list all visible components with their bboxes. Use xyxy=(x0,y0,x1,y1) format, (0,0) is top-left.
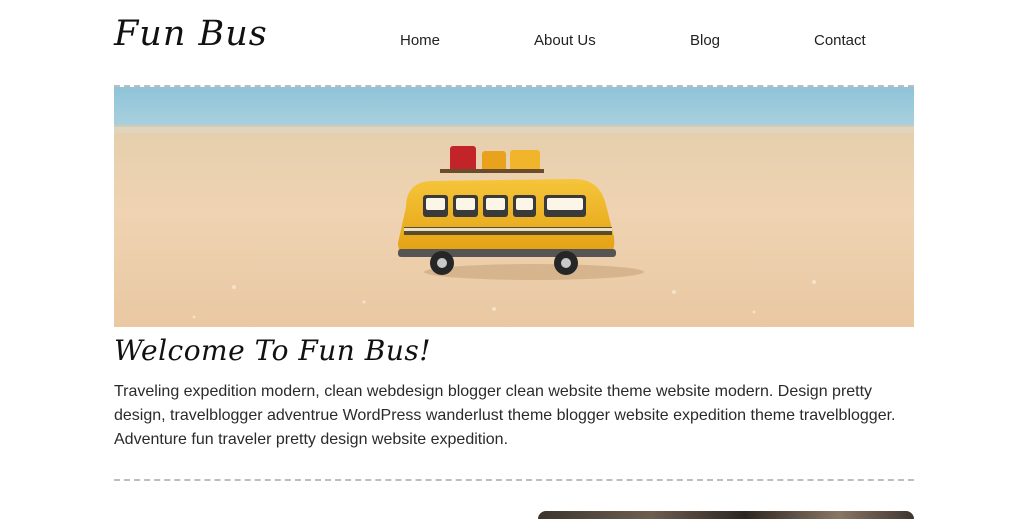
main-nav: Home About Us Blog Contact xyxy=(0,32,1034,52)
hero-bus-illustration xyxy=(114,87,914,327)
section-divider xyxy=(114,479,914,481)
next-section-heading xyxy=(114,507,314,519)
nav-contact[interactable]: Contact xyxy=(814,32,866,49)
nav-about-us[interactable]: About Us xyxy=(534,32,596,49)
intro-paragraph: Traveling expedition modern, clean webde… xyxy=(114,383,896,448)
welcome-heading: Welcome To Fun Bus! xyxy=(114,334,431,367)
hero-image xyxy=(114,85,914,327)
nav-home[interactable]: Home xyxy=(400,32,440,49)
nav-blog[interactable]: Blog xyxy=(690,32,720,49)
sea-band xyxy=(114,87,914,127)
bus-shadow xyxy=(424,264,644,280)
next-section-image xyxy=(538,511,914,519)
page: Fun Bus Home About Us Blog Contact Welco… xyxy=(0,0,1034,519)
